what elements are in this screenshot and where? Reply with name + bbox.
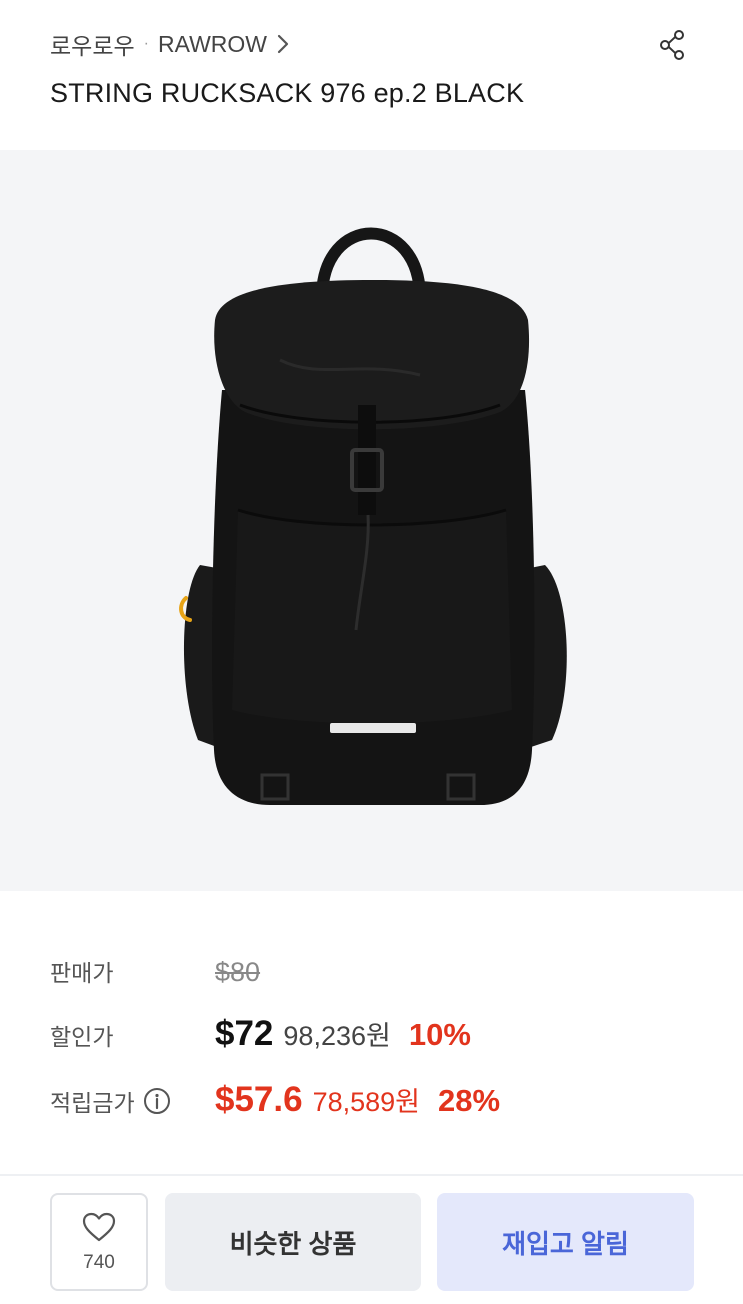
backpack-image [179, 227, 567, 805]
sale-price-label: 판매가 [50, 960, 114, 986]
discount-price-row: 할인가 $72 98,236원 10% [50, 1014, 471, 1054]
discount-price: $72 [215, 1014, 274, 1053]
product-image[interactable] [0, 150, 743, 891]
points-price-row: 적립금가 $57.6 78,589원 28% [50, 1080, 500, 1120]
product-header: 로우로우 · RAWROW STRING RUCKSACK 976 ep.2 B… [0, 0, 743, 148]
brand-name-en[interactable]: RAWROW [158, 31, 267, 58]
heart-icon [81, 1211, 117, 1248]
points-label-text: 적립금가 [50, 1090, 135, 1116]
product-title: STRING RUCKSACK 976 ep.2 BLACK [50, 78, 525, 108]
points-price: $57.6 [215, 1080, 303, 1119]
bottom-action-bar: 740 비슷한 상품 재입고 알림 [0, 1176, 743, 1304]
brand-name-kr[interactable]: 로우로우 [50, 27, 135, 61]
restock-alert-button[interactable]: 재입고 알림 [437, 1193, 694, 1291]
breadcrumb-separator: · [143, 35, 149, 52]
like-button[interactable]: 740 [50, 1193, 148, 1291]
points-price-label: 적립금가 [50, 1084, 215, 1118]
discount-price-krw: 98,236원 [283, 1021, 391, 1051]
points-percent: 28% [438, 1083, 501, 1118]
info-icon[interactable] [143, 1087, 171, 1115]
chevron-right-icon[interactable] [277, 34, 289, 54]
share-icon[interactable] [654, 26, 692, 64]
points-price-krw: 78,589원 [312, 1087, 421, 1117]
breadcrumb[interactable]: 로우로우 · RAWROW [50, 28, 289, 60]
discount-price-label: 할인가 [50, 1024, 114, 1050]
similar-products-button[interactable]: 비슷한 상품 [165, 1193, 421, 1291]
like-count: 740 [83, 1251, 115, 1273]
original-price: $80 [215, 957, 261, 987]
discount-percent: 10% [408, 1017, 471, 1052]
sale-price-row: 판매가 $80 [50, 954, 260, 988]
